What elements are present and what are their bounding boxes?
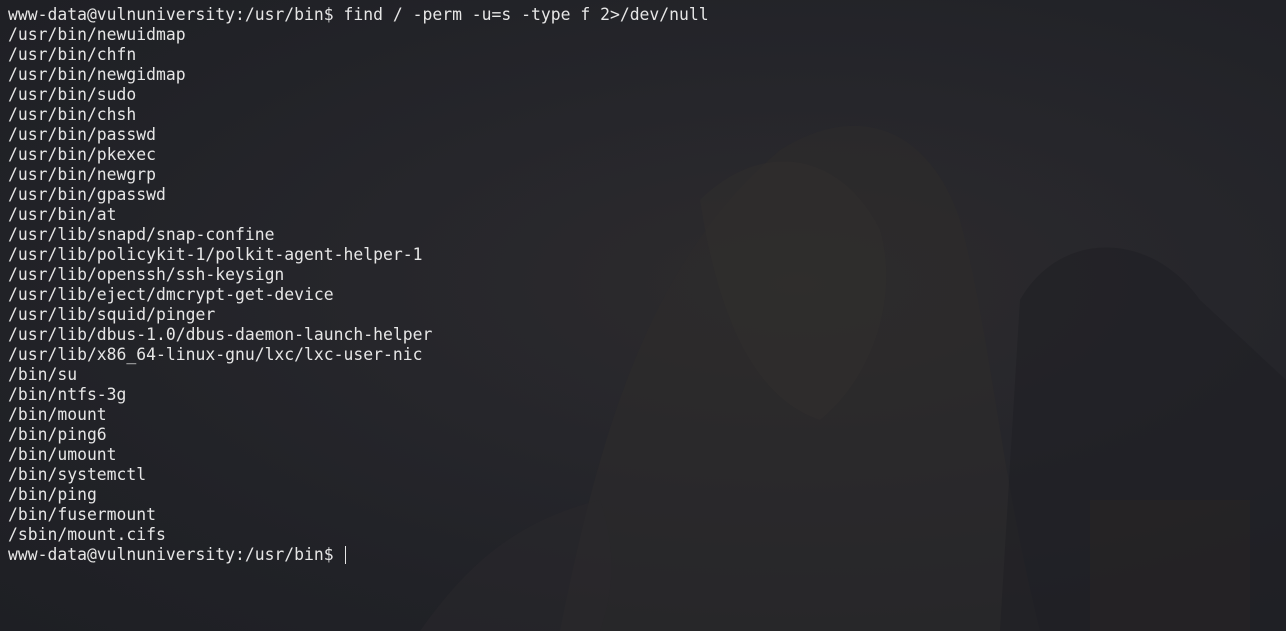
output-line: /usr/lib/eject/dmcrypt-get-device [8,285,334,304]
output-line: /bin/ping6 [8,425,107,444]
output-line: /usr/bin/passwd [8,125,157,144]
output-line: /usr/lib/policykit-1/polkit-agent-helper… [8,245,423,264]
output-line: /usr/bin/newuidmap [8,25,186,44]
terminal-window[interactable]: www-data@vulnuniversity:/usr/bin$ find /… [0,0,1286,631]
command-text: find / -perm -u=s -type f 2>/dev/null [343,5,709,24]
output-line: /usr/bin/at [8,205,117,224]
output-line: /usr/bin/sudo [8,85,137,104]
output-line: /bin/ping [8,485,97,504]
output-line: /usr/bin/newgrp [8,165,157,184]
current-prompt-line[interactable]: www-data@vulnuniversity:/usr/bin$ [8,545,1278,565]
output-line: /usr/bin/chsh [8,105,137,124]
output-line: /usr/bin/chfn [8,45,137,64]
output-line: /bin/systemctl [8,465,147,484]
output-line: /usr/lib/openssh/ssh-keysign [8,265,285,284]
terminal-output: www-data@vulnuniversity:/usr/bin$ find /… [8,5,1278,565]
output-line: /usr/bin/gpasswd [8,185,166,204]
output-line: /bin/ntfs-3g [8,385,127,404]
output-line: /bin/umount [8,445,117,464]
output-line: /usr/bin/pkexec [8,145,157,164]
output-line: /usr/lib/x86_64-linux-gnu/lxc/lxc-user-n… [8,345,423,364]
output-line: /usr/bin/newgidmap [8,65,186,84]
text-cursor [344,546,346,564]
output-line: /bin/su [8,365,78,384]
output-line: /usr/lib/snapd/snap-confine [8,225,275,244]
output-line: /bin/mount [8,405,107,424]
output-line: /usr/lib/squid/pinger [8,305,216,324]
output-line: /usr/lib/dbus-1.0/dbus-daemon-launch-hel… [8,325,433,344]
output-line: /bin/fusermount [8,505,157,524]
output-line: /sbin/mount.cifs [8,525,166,544]
command-line: www-data@vulnuniversity:/usr/bin$ find /… [8,5,1278,25]
prompt-text: www-data@vulnuniversity:/usr/bin$ [8,5,344,24]
prompt-text: www-data@vulnuniversity:/usr/bin$ [8,545,344,564]
